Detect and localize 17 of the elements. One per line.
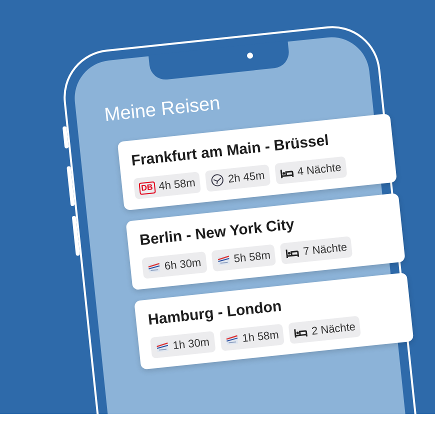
chip-label: 4 Nächte (296, 161, 342, 178)
trip-route: Berlin - New York City (138, 215, 296, 250)
chip-label: 4h 58m (158, 176, 196, 192)
bird-circle-icon (210, 173, 225, 188)
trip-route: Hamburg - London (147, 296, 284, 329)
flag-logo-icon (216, 252, 231, 268)
flag-logo-icon (146, 260, 162, 274)
chip-label: 6h 30m (164, 256, 202, 272)
chip-label: 5h 58m (233, 249, 272, 265)
flag-logo-icon (155, 340, 170, 354)
chip-label: 2 Nächte (310, 320, 356, 338)
chip-label: 7 Nächte (302, 241, 348, 258)
chip-label: 2h 45m (227, 169, 266, 186)
chip-label: 1h 58m (242, 328, 280, 344)
chip-label: 1h 30m (172, 336, 210, 352)
rail-logo-icon: DB (138, 180, 156, 194)
trip-card[interactable]: Hamburg - London 1h 30m 1h 58m 2 Nächte (134, 272, 414, 370)
